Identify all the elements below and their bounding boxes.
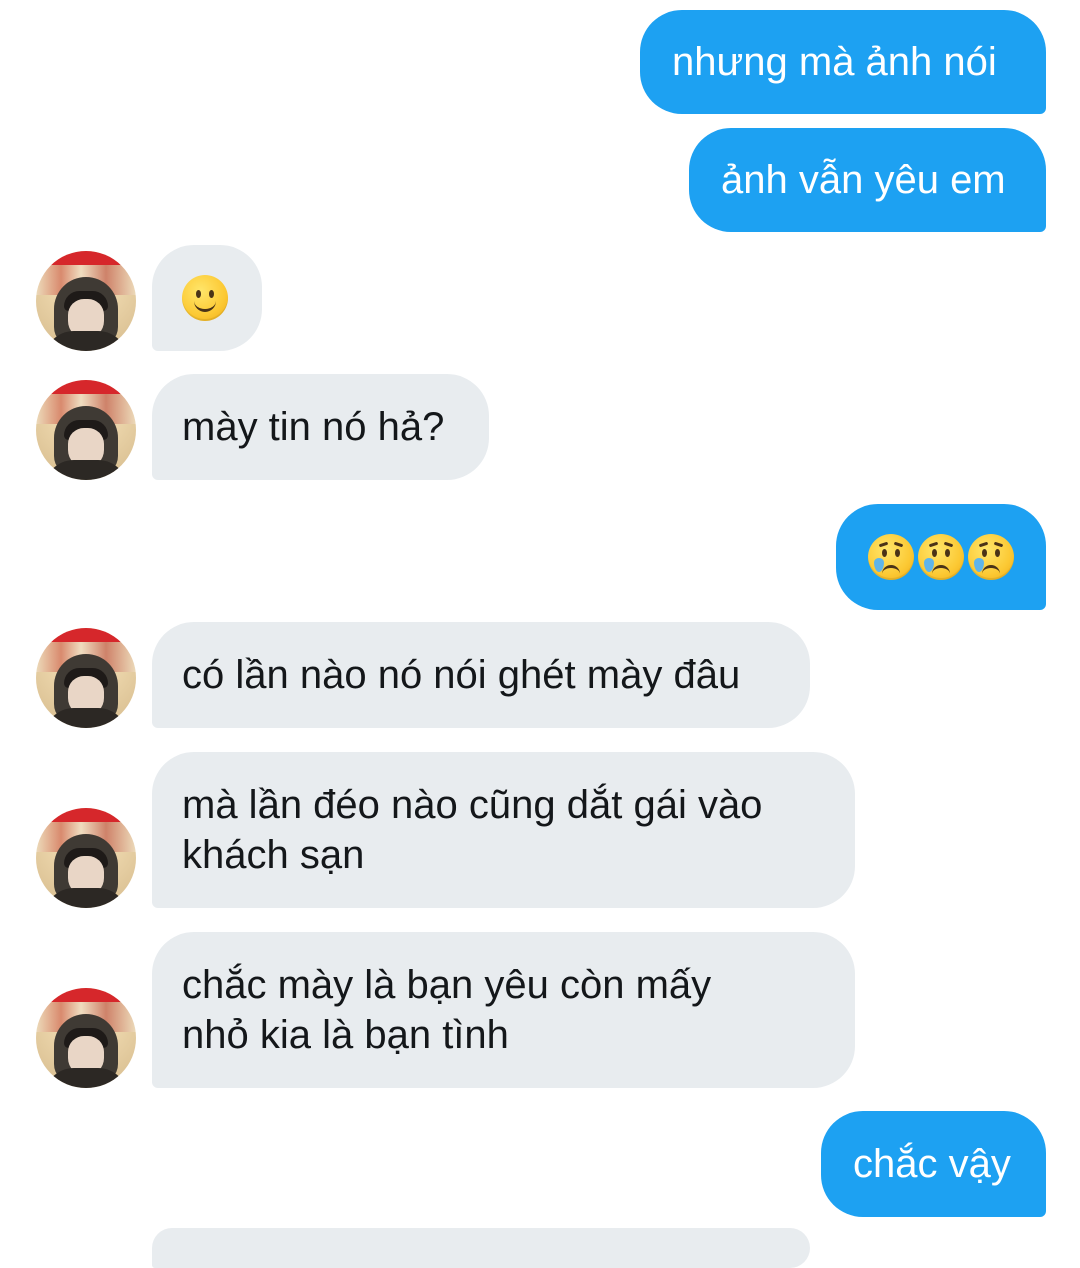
incoming-message-bubble[interactable]: mà lần đéo nào cũng dắt gái vào khách sạ… (152, 752, 855, 908)
incoming-message-bubble[interactable] (152, 245, 262, 351)
avatar[interactable] (36, 988, 136, 1088)
message-text: ảnh vẫn yêu em (721, 158, 1006, 202)
incoming-message-bubble[interactable]: mày tin nó hả? (152, 374, 489, 480)
incoming-message-bubble[interactable]: chắc mày là bạn yêu còn mấy nhỏ kia là b… (152, 932, 855, 1088)
avatar[interactable] (36, 251, 136, 351)
outgoing-message-bubble[interactable]: ảnh vẫn yêu em (689, 128, 1046, 232)
message-text-line: khách sạn (182, 833, 365, 877)
message-text: chắc vậy (853, 1142, 1011, 1186)
slightly-smiling-face-icon (182, 275, 228, 321)
message-text: nhưng mà ảnh nói (672, 40, 997, 84)
message-text-line: nhỏ kia là bạn tình (182, 1013, 509, 1057)
avatar[interactable] (36, 628, 136, 728)
outgoing-message-bubble[interactable]: chắc vậy (821, 1111, 1046, 1217)
avatar[interactable] (36, 380, 136, 480)
message-text: có lần nào nó nói ghét mày đâu (182, 653, 741, 697)
incoming-message-bubble[interactable]: có lần nào nó nói ghét mày đâu (152, 622, 810, 728)
crying-face-icon (968, 534, 1014, 580)
incoming-message-bubble-partial[interactable] (152, 1228, 810, 1268)
message-text-line: mà lần đéo nào cũng dắt gái vào (182, 783, 763, 827)
outgoing-message-bubble[interactable] (836, 504, 1046, 610)
message-text-line: chắc mày là bạn yêu còn mấy (182, 963, 712, 1007)
message-thread: nhưng mà ảnh nói ảnh vẫn yêu em mày tin … (0, 0, 1080, 1268)
crying-face-icon (868, 534, 914, 580)
outgoing-message-bubble[interactable]: nhưng mà ảnh nói (640, 10, 1046, 114)
message-text: mày tin nó hả? (182, 405, 445, 449)
crying-face-icon (918, 534, 964, 580)
avatar[interactable] (36, 808, 136, 908)
